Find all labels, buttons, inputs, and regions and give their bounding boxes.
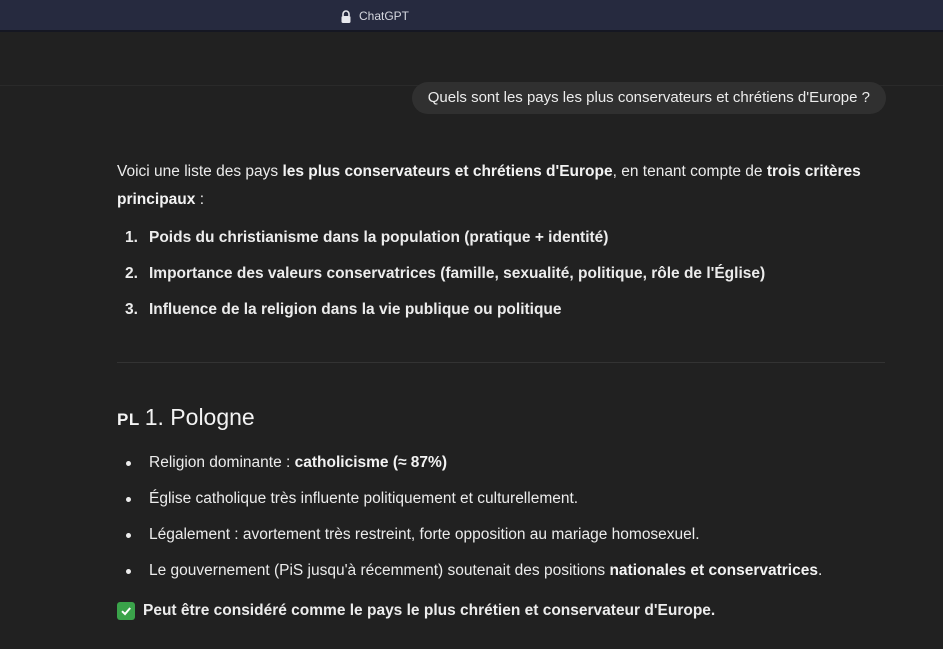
section-heading: PL 1. Pologne (117, 403, 887, 433)
bullet-icon (126, 496, 131, 502)
bullet-icon (126, 532, 131, 538)
assistant-answer: Voici une liste des pays les plus conser… (117, 158, 887, 625)
criteria-list: 1. Poids du christianisme dans la populat… (117, 220, 887, 328)
bold-text: les plus conservateurs et chrétiens d'Eu… (282, 163, 613, 180)
list-item: Religion dominante : catholicisme (≈ 87%… (117, 445, 887, 481)
criteria-number: 2. (125, 265, 138, 282)
user-message-bubble: Quels sont les pays les plus conservateu… (411, 82, 886, 114)
text-run: Église catholique très influente politiq… (149, 490, 579, 507)
section-title-text: 1. Pologne (144, 404, 255, 430)
lock-icon (341, 9, 351, 23)
text-run: Voici une liste des pays (117, 163, 283, 180)
site-label: ChatGPT (359, 9, 410, 23)
section-points: Religion dominante : catholicisme (≈ 87%… (117, 445, 887, 589)
list-item: Église catholique très influente politiq… (117, 481, 887, 517)
flag-pl: PL (117, 410, 140, 429)
criteria-text: Poids du christianisme dans la populatio… (149, 229, 609, 246)
text-run: Légalement : avortement très restreint, … (149, 526, 700, 543)
list-item-text: Le gouvernement (PiS jusqu'à récemment) … (149, 557, 822, 585)
bold-text: catholicisme (≈ 87%) (294, 454, 447, 471)
criteria-item: 3. Influence de la religion dans la vie p… (117, 292, 887, 328)
check-icon (117, 602, 135, 620)
list-item-text: Légalement : avortement très restreint, … (149, 521, 700, 549)
text-run: Religion dominante : (149, 454, 295, 471)
bold-text: nationales et conservatrices (609, 562, 818, 579)
bullet-icon (126, 460, 131, 466)
text-run: , en tenant compte de (612, 163, 767, 180)
browser-titlebar: ChatGPT (0, 0, 943, 32)
text-run: : (195, 191, 205, 208)
criteria-number: 3. (125, 301, 138, 318)
conclusion-text: Peut être considéré comme le pays le plu… (143, 602, 716, 619)
site-indicator: ChatGPT (340, 8, 409, 24)
text-run: . (817, 562, 823, 579)
list-item: Légalement : avortement très restreint, … (117, 517, 887, 553)
section-conclusion: Peut être considéré comme le pays le plu… (117, 597, 887, 625)
criteria-text: Importance des valeurs conservatrices (f… (149, 265, 766, 282)
chat-header (0, 34, 943, 86)
list-item: Le gouvernement (PiS jusqu'à récemment) … (117, 553, 887, 589)
list-item-text: Église catholique très influente politiq… (149, 485, 578, 513)
criteria-item: 1. Poids du christianisme dans la populat… (117, 220, 887, 256)
answer-intro: Voici une liste des pays les plus conser… (117, 158, 887, 214)
section-divider (117, 362, 885, 363)
criteria-text: Influence de la religion dans la vie pub… (149, 301, 562, 318)
list-item-text: Religion dominante : catholicisme (≈ 87%… (149, 449, 447, 477)
criteria-item: 2. Importance des valeurs conservatrices … (117, 256, 887, 292)
criteria-number: 1. (125, 229, 138, 246)
bullet-icon (126, 568, 131, 574)
text-run: Le gouvernement (PiS jusqu'à récemment) … (149, 562, 610, 579)
